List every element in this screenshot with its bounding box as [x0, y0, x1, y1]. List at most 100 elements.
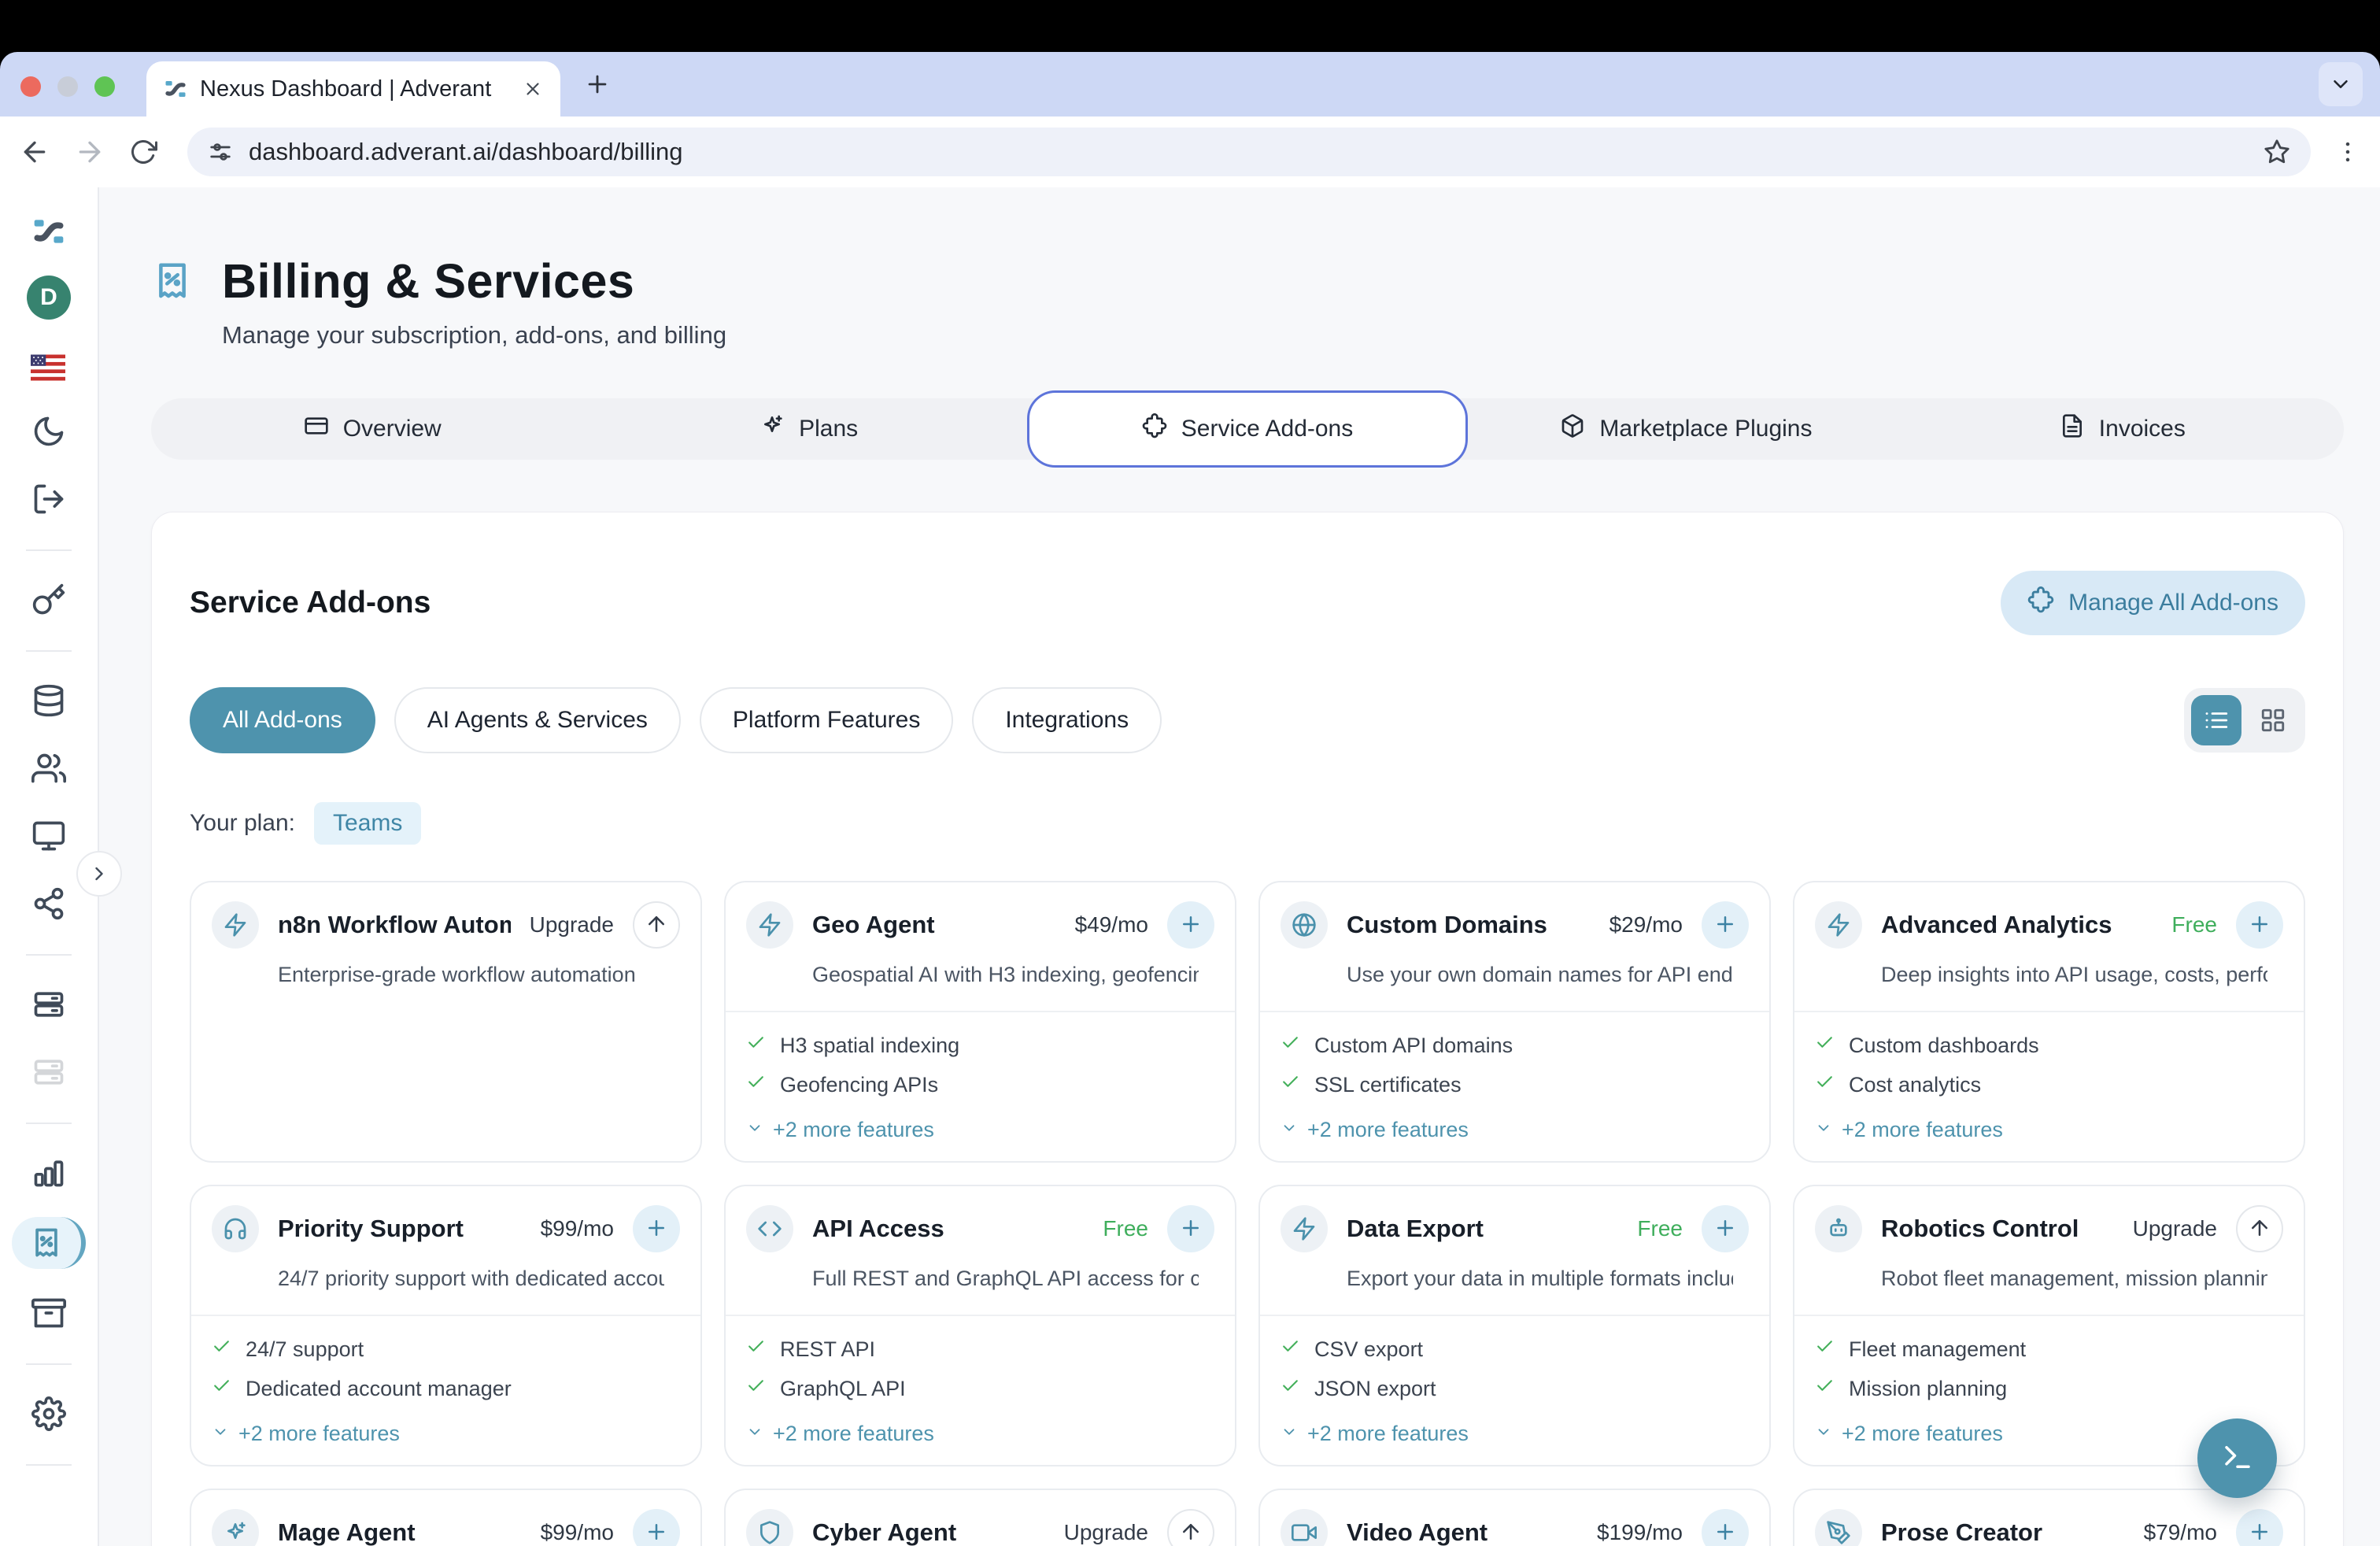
team-icon[interactable]: [25, 745, 72, 792]
filter-chips: All Add-ons AI Agents & Services Platform …: [190, 687, 1162, 753]
forward-button[interactable]: [74, 136, 105, 168]
filter-chip-integrations[interactable]: Integrations: [972, 687, 1162, 753]
service-addons-panel: Service Add-ons Manage All Add-ons All A…: [151, 512, 2344, 1546]
feature-item: Fleet management: [1815, 1337, 2283, 1362]
card-header: Mage Agent$99/moMulti-Model AI Orchestra…: [191, 1490, 700, 1546]
plan-badge[interactable]: Teams: [314, 802, 421, 845]
address-bar[interactable]: dashboard.adverant.ai/dashboard/billing: [187, 128, 2311, 176]
plus-icon: [1179, 912, 1203, 938]
terminal-fab-button[interactable]: [2197, 1418, 2277, 1498]
new-tab-button[interactable]: [584, 71, 611, 98]
tab-invoices[interactable]: Invoices: [1905, 398, 2341, 460]
servers-secondary-icon[interactable]: [25, 1049, 72, 1096]
billing-icon[interactable]: [12, 1217, 86, 1269]
more-features-link[interactable]: +2 more features: [746, 1422, 1214, 1446]
check-icon: [746, 1033, 766, 1058]
browser-window: Nexus Dashboard | Adverant dashboard.adv…: [0, 52, 2380, 1546]
browser-tabstrip: Nexus Dashboard | Adverant: [0, 52, 2380, 117]
check-icon: [1281, 1337, 1300, 1362]
add-addon-button[interactable]: [1702, 1509, 1749, 1546]
more-features-link[interactable]: +2 more features: [746, 1118, 1214, 1142]
add-addon-button[interactable]: [1702, 901, 1749, 949]
user-avatar[interactable]: D: [27, 276, 71, 320]
tab-search-chevron-icon[interactable]: [2319, 62, 2363, 106]
macos-titlebar: [0, 0, 2380, 52]
tab-marketplace-plugins[interactable]: Marketplace Plugins: [1468, 398, 1904, 460]
tab-service-add-ons[interactable]: Service Add-ons: [1027, 390, 1468, 468]
add-addon-button[interactable]: [633, 1205, 680, 1252]
filter-chip-all-add-ons[interactable]: All Add-ons: [190, 687, 375, 753]
headphones-icon: [212, 1205, 259, 1252]
card-header: Advanced AnalyticsFreeDeep insights into…: [1794, 882, 2304, 987]
plus-icon: [645, 1520, 668, 1546]
more-features-link[interactable]: +2 more features: [212, 1422, 680, 1446]
upgrade-addon-button[interactable]: [633, 901, 680, 949]
chevron-down-icon: [746, 1118, 763, 1142]
add-addon-button[interactable]: [2236, 1509, 2283, 1546]
window-close-button[interactable]: [20, 76, 41, 97]
add-addon-button[interactable]: [1167, 1205, 1214, 1252]
list-view-button[interactable]: [2191, 695, 2241, 745]
dark-mode-toggle-icon[interactable]: [25, 408, 72, 455]
tab-close-icon[interactable]: [523, 79, 543, 99]
window-minimize-button[interactable]: [57, 76, 78, 97]
sparkles-icon: [212, 1509, 259, 1546]
window-controls: [20, 76, 115, 97]
add-addon-button[interactable]: [1702, 1205, 1749, 1252]
analytics-icon[interactable]: [25, 1149, 72, 1196]
add-addon-button[interactable]: [1167, 901, 1214, 949]
inventory-icon[interactable]: [25, 1289, 72, 1337]
panel-header: Service Add-ons Manage All Add-ons: [190, 571, 2305, 635]
tab-label: Service Add-ons: [1181, 416, 1353, 442]
billing-tabs: OverviewPlans Service Add-ons Marketplace …: [151, 398, 2344, 460]
add-addon-button[interactable]: [2236, 901, 2283, 949]
back-button[interactable]: [19, 136, 50, 168]
manage-all-addons-button[interactable]: Manage All Add-ons: [2001, 571, 2305, 635]
addon-description: Deep insights into API usage, costs, per…: [1881, 963, 2267, 987]
url-text[interactable]: dashboard.adverant.ai/dashboard/billing: [249, 138, 2248, 166]
tab-overview[interactable]: Overview: [154, 398, 590, 460]
connections-icon[interactable]: [25, 880, 72, 927]
feature-item: 24/7 support: [212, 1337, 680, 1362]
tab-plans[interactable]: Plans: [590, 398, 1026, 460]
feature-list: CSV exportJSON export+2 more features: [1260, 1316, 1769, 1465]
servers-icon[interactable]: [25, 981, 72, 1028]
upgrade-addon-button[interactable]: [2236, 1205, 2283, 1252]
reload-button[interactable]: [129, 138, 157, 166]
app-logo-icon[interactable]: [25, 208, 72, 255]
settings-icon[interactable]: [25, 1390, 72, 1437]
check-icon: [1815, 1376, 1835, 1401]
filter-chip-ai-agents-services[interactable]: AI Agents & Services: [394, 687, 681, 753]
upgrade-addon-button[interactable]: [1167, 1509, 1214, 1546]
browser-menu-icon[interactable]: [2334, 139, 2361, 165]
zap-icon: [746, 901, 793, 949]
logout-button-icon[interactable]: [25, 475, 72, 523]
bookmark-star-icon[interactable]: [2264, 139, 2290, 165]
card-header: API AccessFreeFull REST and GraphQL API …: [726, 1186, 1235, 1291]
sidebar-divider: [26, 954, 72, 956]
site-settings-icon[interactable]: [208, 139, 233, 165]
browser-tab[interactable]: Nexus Dashboard | Adverant: [146, 61, 560, 117]
add-addon-button[interactable]: [633, 1509, 680, 1546]
view-mode-toggle: [2184, 688, 2305, 753]
addon-price: Free: [2171, 912, 2217, 938]
filter-chip-platform-features[interactable]: Platform Features: [700, 687, 953, 753]
grid-view-button[interactable]: [2248, 695, 2298, 745]
desktop-icon[interactable]: [25, 812, 72, 860]
addon-title: API Access: [812, 1215, 1084, 1243]
feature-item: H3 spatial indexing: [746, 1033, 1214, 1058]
language-us-flag-icon[interactable]: [25, 340, 72, 387]
more-features-link[interactable]: +2 more features: [1815, 1118, 2283, 1142]
more-features-link[interactable]: +2 more features: [1281, 1118, 1749, 1142]
receipt-icon: [151, 260, 194, 350]
database-icon[interactable]: [25, 677, 72, 724]
window-maximize-button[interactable]: [94, 76, 115, 97]
api-keys-icon[interactable]: [25, 576, 72, 623]
more-features-link[interactable]: +2 more features: [1281, 1422, 1749, 1446]
sidebar-divider: [26, 1464, 72, 1466]
check-icon: [212, 1337, 231, 1362]
check-icon: [1815, 1337, 1835, 1362]
sidebar-expand-button[interactable]: [76, 851, 122, 897]
filter-row: All Add-ons AI Agents & Services Platform …: [190, 687, 2305, 753]
addon-price: $99/mo: [541, 1216, 614, 1241]
